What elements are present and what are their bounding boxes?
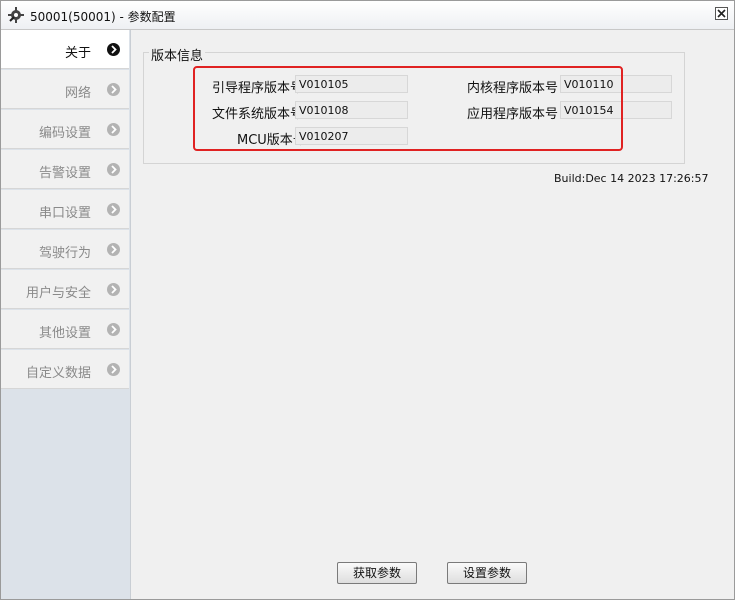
sidebar-item-label: 串口设置 bbox=[38, 206, 91, 221]
build-info: Build:Dec 14 2023 17:26:57 bbox=[554, 172, 709, 185]
sidebar-item-label: 网络 bbox=[64, 86, 91, 101]
version-info-title: 版本信息 bbox=[149, 45, 206, 64]
sidebar-item-label: 其他设置 bbox=[38, 326, 91, 341]
sidebar-item-alarm[interactable]: 告警设置 bbox=[1, 150, 129, 189]
sidebar-item-label: 自定义数据 bbox=[25, 366, 91, 381]
set-params-button[interactable]: 设置参数 bbox=[447, 562, 527, 584]
main-panel: 引导程序版本号 V010105 内核程序版本号 V010110 文件系统版本号 … bbox=[131, 30, 734, 599]
sidebar-item-label: 编码设置 bbox=[38, 126, 91, 141]
window-title: 50001(50001) - 参数配置 bbox=[30, 10, 176, 24]
sidebar-item-label: 关于 bbox=[64, 46, 91, 61]
sidebar-item-user-security[interactable]: 用户与安全 bbox=[1, 270, 129, 309]
config-window: 50001(50001) - 参数配置 关于 网络 编码设置 告警设置 串口设置… bbox=[0, 0, 735, 600]
chevron-right-icon bbox=[107, 323, 120, 336]
highlight-box bbox=[193, 66, 623, 151]
sidebar-item-custom-data[interactable]: 自定义数据 bbox=[1, 350, 129, 389]
chevron-right-icon bbox=[107, 163, 120, 176]
sidebar-item-driving-behavior[interactable]: 驾驶行为 bbox=[1, 230, 129, 269]
sidebar-item-serial[interactable]: 串口设置 bbox=[1, 190, 129, 229]
get-params-button[interactable]: 获取参数 bbox=[337, 562, 417, 584]
chevron-right-icon bbox=[107, 43, 120, 56]
sidebar: 关于 网络 编码设置 告警设置 串口设置 驾驶行为 用户与安全 其他设置 自定义… bbox=[1, 30, 131, 599]
chevron-right-icon bbox=[107, 83, 120, 96]
sidebar-item-label: 用户与安全 bbox=[25, 286, 91, 301]
sidebar-item-about[interactable]: 关于 bbox=[1, 30, 129, 69]
chevron-right-icon bbox=[107, 203, 120, 216]
title-bar: 50001(50001) - 参数配置 bbox=[1, 1, 734, 30]
sidebar-item-other[interactable]: 其他设置 bbox=[1, 310, 129, 349]
sidebar-item-label: 告警设置 bbox=[38, 166, 91, 181]
gear-wrench-icon bbox=[8, 7, 24, 23]
sidebar-item-network[interactable]: 网络 bbox=[1, 70, 129, 109]
sidebar-item-label: 驾驶行为 bbox=[38, 246, 91, 261]
chevron-right-icon bbox=[107, 363, 120, 376]
chevron-right-icon bbox=[107, 283, 120, 296]
close-icon[interactable] bbox=[715, 7, 728, 20]
chevron-right-icon bbox=[107, 123, 120, 136]
chevron-right-icon bbox=[107, 243, 120, 256]
sidebar-item-encoding[interactable]: 编码设置 bbox=[1, 110, 129, 149]
